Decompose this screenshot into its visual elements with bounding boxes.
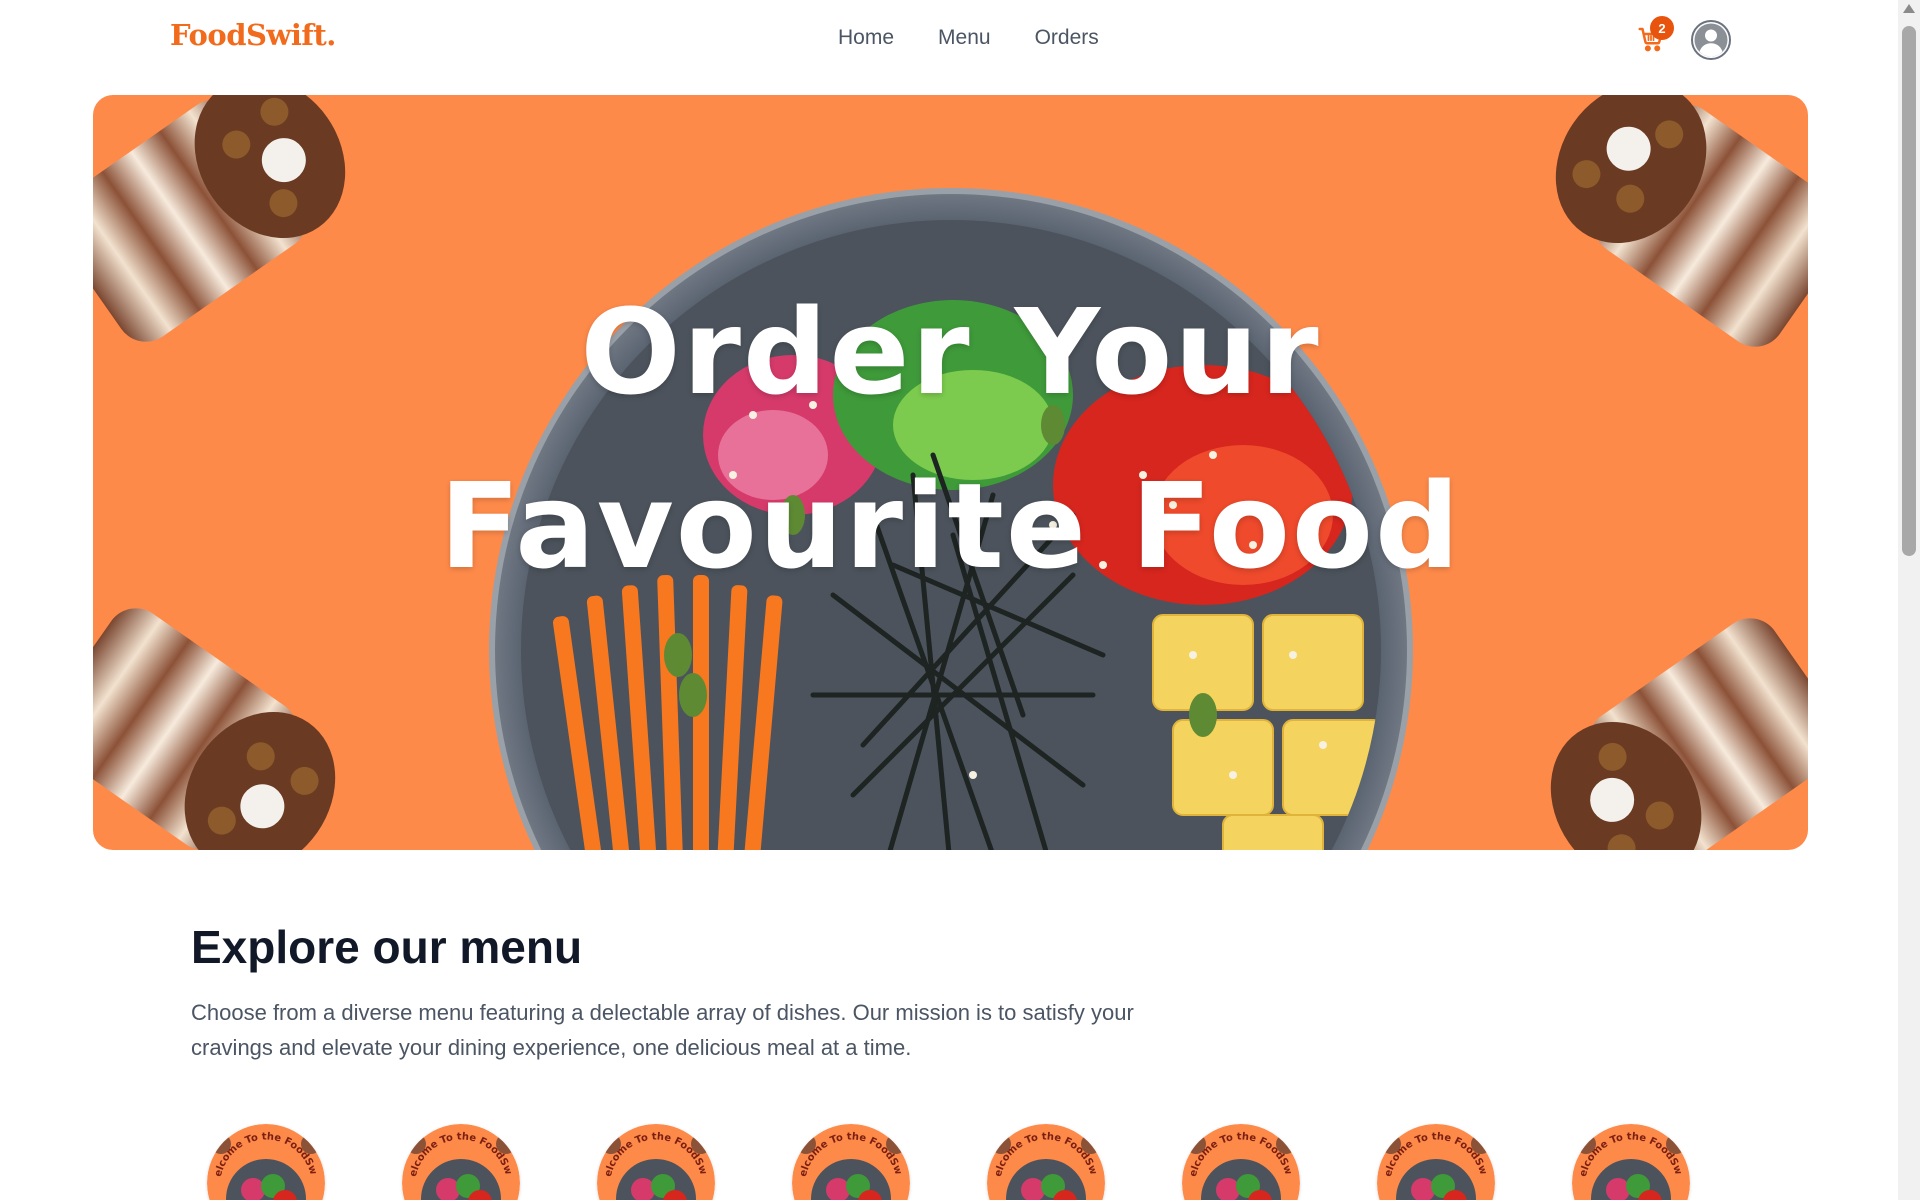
explore-menu-title: Explore our menu: [191, 921, 583, 973]
cake-bottom-left: [93, 608, 336, 850]
brand-logo[interactable]: FoodSwift.: [170, 18, 336, 52]
nav-link-orders[interactable]: Orders: [1035, 26, 1099, 50]
nav-links: Home Menu Orders: [838, 26, 1099, 50]
menu-category-image: Welcome To the FoodSwift: [1182, 1124, 1300, 1200]
menu-category-image: Welcome To the FoodSwift: [597, 1124, 715, 1200]
hero-title: Order Your Favourite Food: [93, 265, 1808, 613]
scrollbar-thumb[interactable]: [1902, 26, 1916, 556]
menu-category-list: Welcome To the FoodSwift Welcome To the F…: [207, 1124, 1690, 1200]
explore-menu-description: Choose from a diverse menu featuring a d…: [191, 1000, 1134, 1060]
menu-category-item[interactable]: Welcome To the FoodSwift: [792, 1124, 910, 1200]
page-scrollbar[interactable]: [1898, 0, 1920, 1200]
menu-category-image: Welcome To the FoodSwift: [1377, 1124, 1495, 1200]
menu-category-image: Welcome To the FoodSwift: [1572, 1124, 1690, 1200]
menu-category-image: Welcome To the FoodSwift: [207, 1124, 325, 1200]
hero-title-line-1: Order Your: [580, 283, 1321, 421]
menu-category-item[interactable]: Welcome To the FoodSwift: [1377, 1124, 1495, 1200]
nav-link-home[interactable]: Home: [838, 26, 894, 50]
scroll-up-arrow-icon[interactable]: [1903, 4, 1915, 13]
top-navbar: FoodSwift. Home Menu Orders 2: [0, 0, 1898, 80]
user-avatar-icon[interactable]: [1691, 20, 1731, 60]
menu-category-item[interactable]: Welcome To the FoodSwift: [597, 1124, 715, 1200]
hero-banner: Order Your Favourite Food: [93, 95, 1808, 850]
page: FoodSwift. Home Menu Orders 2 Order Your…: [0, 0, 1920, 1200]
menu-category-item[interactable]: Welcome To the FoodSwift: [402, 1124, 520, 1200]
cake-bottom-right: [1550, 618, 1808, 850]
menu-category-item[interactable]: Welcome To the FoodSwift: [207, 1124, 325, 1200]
menu-category-image: Welcome To the FoodSwift: [987, 1124, 1105, 1200]
nav-link-menu[interactable]: Menu: [938, 26, 991, 50]
menu-category-image: Welcome To the FoodSwift: [402, 1124, 520, 1200]
menu-category-item[interactable]: Welcome To the FoodSwift: [1572, 1124, 1690, 1200]
menu-category-item[interactable]: Welcome To the FoodSwift: [987, 1124, 1105, 1200]
menu-category-item[interactable]: Welcome To the FoodSwift: [1182, 1124, 1300, 1200]
cart-count-badge: 2: [1650, 16, 1674, 40]
hero-title-line-2: Favourite Food: [439, 457, 1462, 595]
menu-category-image: Welcome To the FoodSwift: [792, 1124, 910, 1200]
